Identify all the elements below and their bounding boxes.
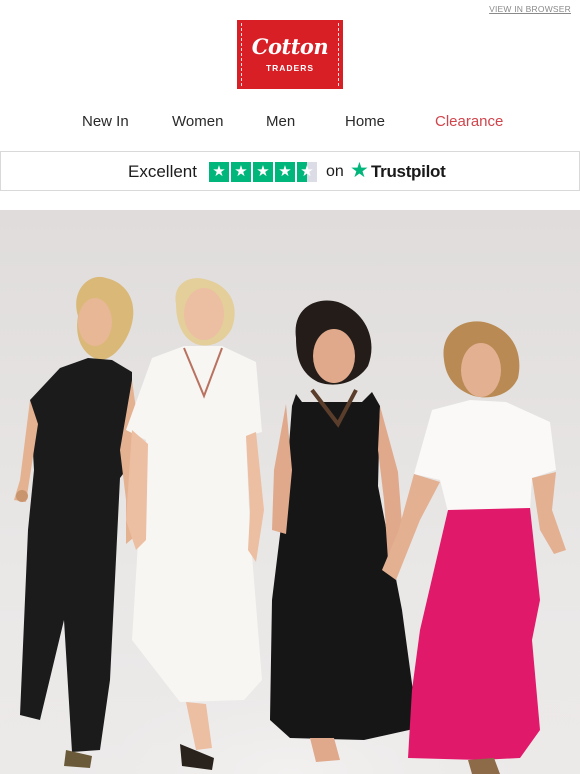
- trustpilot-banner[interactable]: Excellent ★ ★ ★ ★ ★ on ★ Trustpilot: [0, 151, 580, 191]
- nav-new-in[interactable]: New In: [82, 113, 129, 130]
- nav-clearance[interactable]: Clearance: [435, 113, 503, 130]
- hero-photo-illustration: [0, 276, 580, 774]
- top-bar: VIEW IN BROWSER: [0, 0, 580, 16]
- view-in-browser-link[interactable]: VIEW IN BROWSER: [489, 4, 571, 14]
- trustpilot-logo-star-icon: ★: [350, 159, 369, 182]
- trustpilot-on-text: on: [326, 163, 344, 180]
- logo-brand-text: Cotton: [251, 34, 329, 59]
- star-icon: ★: [209, 162, 229, 182]
- half-star-icon: ★: [297, 162, 317, 182]
- nav-women[interactable]: Women: [172, 113, 223, 130]
- trustpilot-stars: ★ ★ ★ ★ ★: [209, 162, 317, 182]
- hero-image[interactable]: [0, 210, 580, 774]
- cotton-traders-logo[interactable]: Cotton TRADERS: [237, 20, 343, 89]
- trustpilot-rating-text: Excellent: [128, 162, 197, 181]
- logo-sub-text: TRADERS: [265, 63, 315, 73]
- nav-men[interactable]: Men: [266, 113, 295, 130]
- trustpilot-brand-name: Trustpilot: [371, 162, 446, 181]
- star-icon: ★: [231, 162, 251, 182]
- woman-black-tiered-dress: [270, 300, 418, 762]
- nav-home[interactable]: Home: [345, 113, 385, 130]
- main-navigation: New In Women Men Home Clearance: [0, 113, 580, 133]
- star-icon: ★: [275, 162, 295, 182]
- star-icon: ★: [253, 162, 273, 182]
